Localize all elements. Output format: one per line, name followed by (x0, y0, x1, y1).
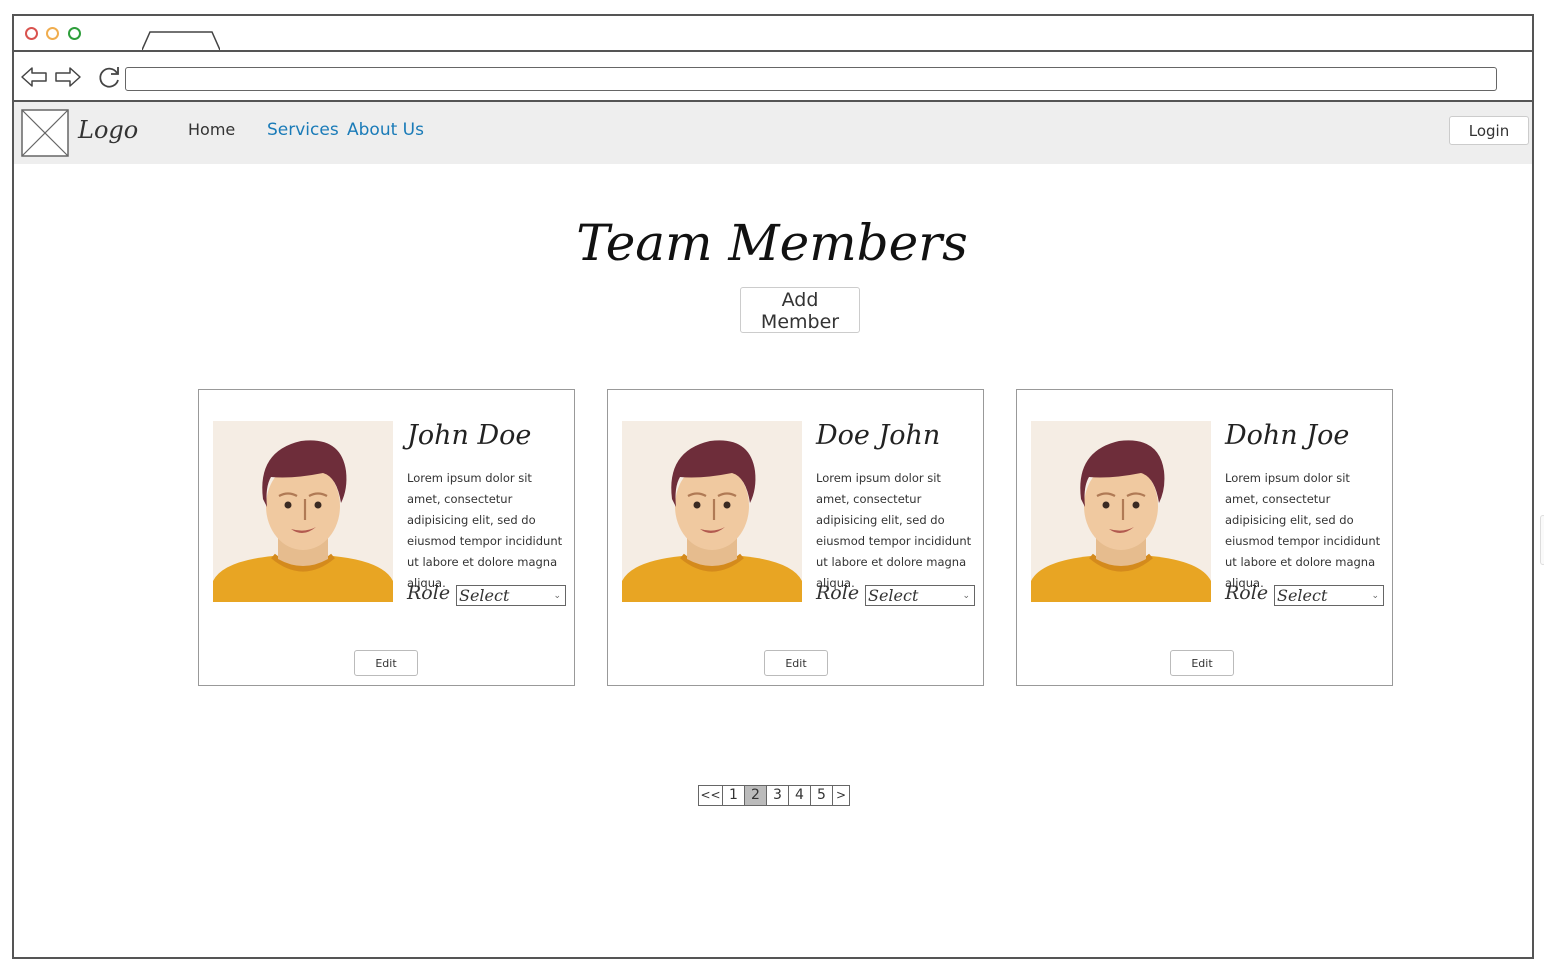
role-label: Role (407, 582, 451, 604)
close-window-icon[interactable] (25, 27, 38, 40)
avatar (1031, 421, 1211, 602)
edit-button[interactable]: Edit (1170, 650, 1234, 676)
minimize-window-icon[interactable] (46, 27, 59, 40)
page-4-button[interactable]: 4 (789, 786, 811, 805)
page-3-button[interactable]: 3 (767, 786, 789, 805)
avatar (622, 421, 802, 602)
address-bar (14, 52, 1532, 102)
role-select[interactable]: Select ⌄ (1274, 585, 1384, 606)
logo-image-placeholder-icon[interactable] (21, 109, 69, 157)
nav-link-about-us[interactable]: About Us (347, 120, 424, 140)
page-1-button[interactable]: 1 (723, 786, 745, 805)
page-next-button[interactable]: > (833, 786, 849, 805)
nav-link-home[interactable]: Home (188, 120, 235, 139)
member-card: Doe John Lorem ipsum dolor sit amet, con… (607, 389, 984, 686)
edit-button[interactable]: Edit (354, 650, 418, 676)
url-input[interactable] (125, 67, 1497, 91)
role-label: Role (816, 582, 860, 604)
reload-icon[interactable] (98, 65, 122, 89)
maximize-window-icon[interactable] (68, 27, 81, 40)
member-bio: Lorem ipsum dolor sit amet, consectetur … (816, 471, 972, 590)
role-label: Role (1225, 582, 1269, 604)
avatar (213, 421, 393, 602)
page-title: Team Members (576, 214, 968, 272)
role-select[interactable]: Select ⌄ (456, 585, 566, 606)
site-navbar: Logo Home Services About Us Login (14, 102, 1532, 164)
page-2-button[interactable]: 2 (745, 786, 767, 805)
scrollbar-handle[interactable] (1540, 515, 1544, 565)
logo-text[interactable]: Logo (78, 116, 138, 144)
member-name: Dohn Joe (1225, 420, 1350, 451)
arrow-right-icon[interactable] (54, 66, 82, 88)
page-first-button[interactable]: << (699, 786, 723, 805)
edit-button[interactable]: Edit (764, 650, 828, 676)
arrow-left-icon[interactable] (20, 66, 48, 88)
member-card: John Doe Lorem ipsum dolor sit amet, con… (198, 389, 575, 686)
role-select-value: Select (459, 586, 510, 605)
pagination: << 1 2 3 4 5 > (698, 785, 850, 806)
chevron-down-icon: ⌄ (1371, 591, 1379, 601)
member-bio: Lorem ipsum dolor sit amet, consectetur … (407, 471, 563, 590)
browser-tab[interactable] (142, 30, 220, 50)
member-name: John Doe (407, 420, 532, 451)
member-name: Doe John (816, 420, 941, 451)
role-select-value: Select (868, 586, 919, 605)
nav-link-services[interactable]: Services (267, 120, 339, 140)
role-select-value: Select (1277, 586, 1328, 605)
role-select[interactable]: Select ⌄ (865, 585, 975, 606)
add-member-button[interactable]: Add Member (740, 287, 860, 333)
member-card: Dohn Joe Lorem ipsum dolor sit amet, con… (1016, 389, 1393, 686)
chevron-down-icon: ⌄ (962, 591, 970, 601)
login-button[interactable]: Login (1449, 116, 1529, 145)
chevron-down-icon: ⌄ (553, 591, 561, 601)
member-bio: Lorem ipsum dolor sit amet, consectetur … (1225, 471, 1381, 590)
page-5-button[interactable]: 5 (811, 786, 833, 805)
browser-titlebar (14, 16, 1532, 52)
